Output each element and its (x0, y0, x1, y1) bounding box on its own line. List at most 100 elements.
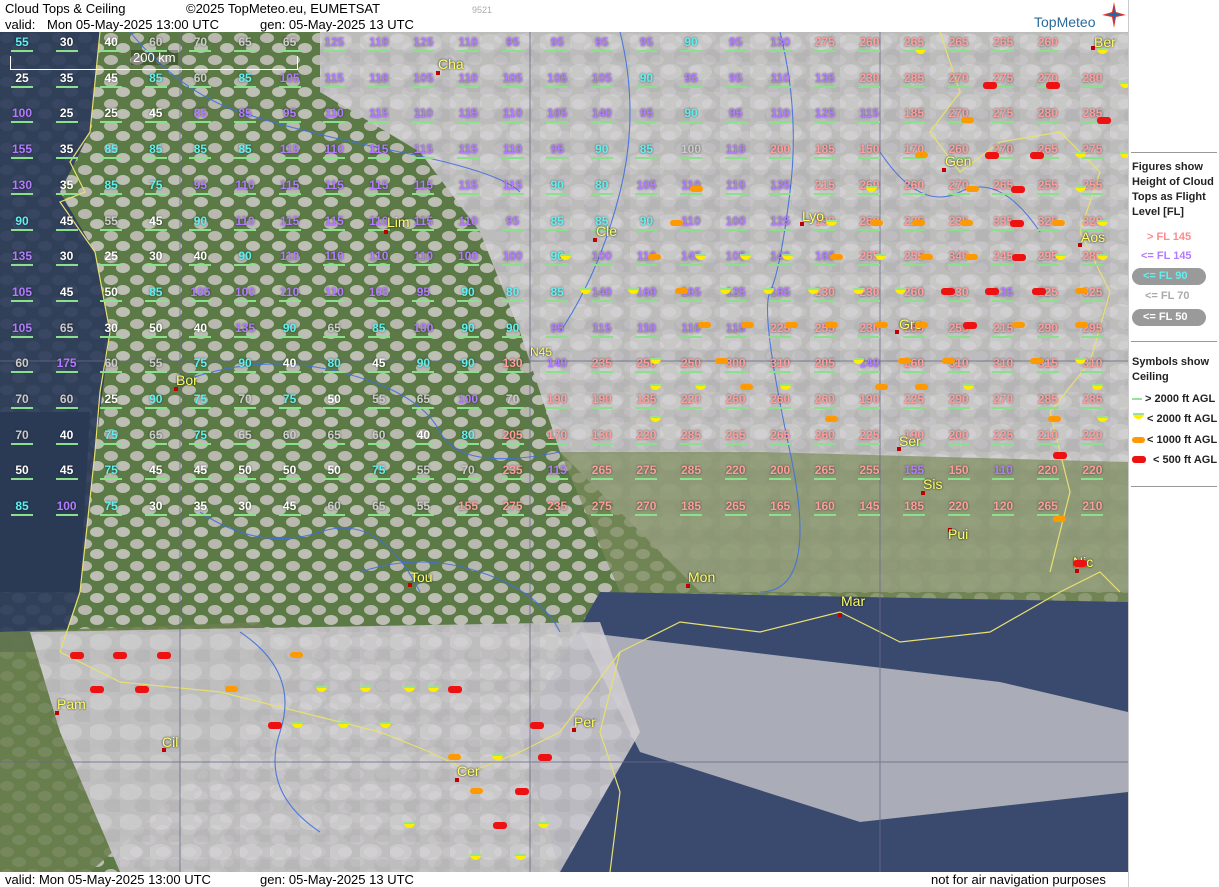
figures-heading-line: Height of Cloud (1132, 176, 1214, 188)
city-label[interactable]: Lyo (802, 208, 824, 224)
city-label[interactable]: Aos (1081, 229, 1105, 245)
ceiling-lt500-icon (983, 82, 997, 89)
cloud-top-label: 105 (2, 321, 42, 338)
cloud-top-label: 260 (805, 393, 845, 409)
cloud-top-label: 95 (493, 36, 533, 52)
ceiling-lt1000-icon (470, 788, 483, 794)
city-label[interactable]: Ser (899, 433, 921, 449)
cloud-top-label: 60 (47, 393, 87, 409)
cloud-top-label: 45 (47, 464, 87, 481)
cloud-top-label: 200 (939, 428, 979, 445)
cloud-top-label: 105 (626, 178, 666, 195)
ceiling-lt1000-icon (690, 186, 703, 192)
cloud-top-label: 45 (47, 285, 87, 302)
city-label[interactable]: Mon (688, 569, 715, 585)
cloud-top-label: 265 (760, 428, 800, 445)
cloud-top-label: 110 (314, 285, 354, 302)
ceiling-lt1000-icon (875, 322, 888, 328)
cloud-top-label: 125 (760, 214, 800, 231)
cloud-top-label: 30 (91, 321, 131, 338)
cloud-top-label: 95 (716, 71, 756, 88)
cloud-top-label: 210 (1072, 500, 1112, 517)
city-label[interactable]: Bor (176, 372, 198, 388)
legend-fl-le145: <= FL 145 (1141, 250, 1192, 262)
city-label[interactable]: Tou (410, 569, 433, 585)
legend-ceiling-lt500: < 500 ft AGL (1153, 454, 1218, 466)
city-label[interactable]: Sis (923, 476, 942, 492)
cloud-top-label: 25 (2, 71, 42, 88)
ceiling-lt1000-icon (942, 358, 955, 364)
cloud-top-label: 115 (270, 214, 310, 231)
ceiling-lt500-icon (1097, 117, 1111, 124)
sym-lt500-icon (1132, 456, 1146, 463)
ceiling-lt1000-icon (448, 754, 461, 760)
cloud-top-label: 275 (626, 464, 666, 481)
city-label[interactable]: Cha (438, 56, 464, 72)
cloud-top-label: 270 (939, 71, 979, 88)
cloud-top-label: 285 (671, 464, 711, 481)
cloud-top-label: 90 (448, 285, 488, 302)
city-label[interactable]: Pui (948, 526, 968, 542)
city-label[interactable]: Cer (457, 763, 480, 779)
cloud-top-label: 130 (582, 428, 622, 445)
cloud-top-label: 125 (805, 107, 845, 124)
cloud-top-label: 90 (493, 321, 533, 338)
cloud-top-label: 95 (537, 321, 577, 338)
symbols-heading: Symbols show Ceiling (1132, 355, 1209, 385)
cloud-top-label: 140 (537, 357, 577, 374)
ceiling-lt500-icon (1030, 152, 1044, 159)
cloud-top-label: 115 (448, 178, 488, 195)
cloud-top-label: 55 (91, 214, 131, 231)
satellite-map[interactable]: 200 km N45 55 30 40 60 70 65 65 125 110 125 110 95 9… (0, 32, 1128, 872)
cloud-top-label: 225 (894, 393, 934, 409)
ceiling-lt1000-icon (830, 254, 843, 260)
cloud-top-label: 265 (983, 36, 1023, 52)
city-label[interactable]: Pam (57, 696, 86, 712)
cloud-top-label: 95 (626, 107, 666, 124)
cloud-top-label: 115 (493, 178, 533, 195)
cloud-top-label: 100 (448, 393, 488, 409)
cloud-top-label: 200 (760, 143, 800, 160)
cloud-top-label: 75 (180, 393, 220, 409)
ceiling-lt1000-icon (290, 652, 303, 658)
city-label[interactable]: Gen (945, 153, 971, 169)
city-label[interactable]: Cil (162, 734, 178, 750)
cloud-top-label: 60 (91, 357, 131, 374)
cloud-top-label: 60 (270, 428, 310, 445)
cloud-top-label: 265 (939, 36, 979, 52)
cloud-top-label: 130 (493, 357, 533, 374)
city-label[interactable]: Lim (387, 214, 410, 230)
cloud-top-label: 50 (225, 464, 265, 481)
city-label[interactable]: Per (574, 714, 596, 730)
ceiling-lt1000-icon (785, 322, 798, 328)
cloud-top-label: 175 (47, 357, 87, 374)
figures-heading-line: Tops as Flight (1132, 191, 1206, 203)
cloud-top-label: 110 (225, 178, 265, 195)
cloud-top-label: 140 (760, 250, 800, 267)
cloud-top-label: 110 (448, 214, 488, 231)
city-label[interactable]: Cle (596, 223, 617, 239)
ceiling-lt500-icon (113, 652, 127, 659)
cloud-top-label: 115 (270, 143, 310, 160)
cloud-top-label: 65 (314, 428, 354, 445)
city-label[interactable]: Mar (841, 593, 865, 609)
cloud-top-label: 90 (225, 250, 265, 267)
cloud-top-label: 105 (537, 71, 577, 88)
cloud-top-label: 310 (983, 357, 1023, 374)
cloud-top-label: 110 (493, 107, 533, 124)
ceiling-lt1000-icon (915, 384, 928, 390)
cloud-top-label: 50 (314, 393, 354, 409)
cloud-top-label: 110 (314, 107, 354, 124)
ceiling-lt1000-icon (1075, 322, 1088, 328)
cloud-top-label: 60 (314, 500, 354, 517)
cloud-top-label: 85 (136, 71, 176, 88)
cloud-top-label: 190 (849, 393, 889, 409)
cloud-top-label: 65 (225, 36, 265, 52)
cloud-top-label: 220 (626, 428, 666, 445)
cloud-top-label: 85 (225, 71, 265, 88)
cloud-top-label: 70 (493, 393, 533, 409)
cloud-top-label: 100 (493, 250, 533, 267)
cloud-top-label: 40 (403, 428, 443, 445)
cloud-top-label: 110 (270, 285, 310, 302)
ceiling-lt500-icon (985, 152, 999, 159)
